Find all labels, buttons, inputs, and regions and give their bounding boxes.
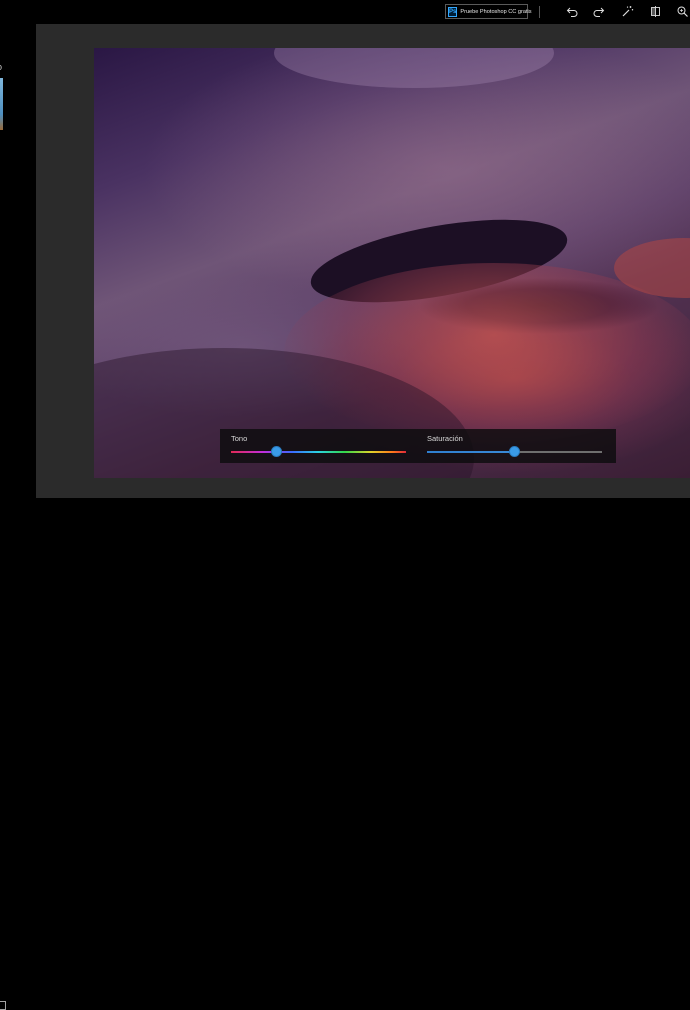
saturation-label: Saturación	[427, 434, 463, 443]
try-photoshop-button[interactable]: Ps Pruebe Photoshop CC gratis	[445, 4, 532, 19]
hue-saturation-panel: Tono Saturación	[220, 429, 616, 463]
panel-toggle-icon[interactable]	[0, 1001, 6, 1010]
saturation-slider-thumb[interactable]	[509, 446, 520, 457]
panel-partial-label: o	[0, 62, 2, 72]
photoshop-logo-icon: Ps	[448, 6, 458, 17]
left-panel: o	[0, 24, 36, 498]
status-bar	[0, 498, 690, 1010]
toolbar-divider	[539, 6, 540, 18]
edited-photo[interactable]	[94, 48, 690, 478]
hue-label: Tono	[231, 434, 248, 443]
compare-icon[interactable]	[649, 5, 662, 18]
image-thumbnail[interactable]	[0, 78, 3, 130]
hue-slider-track[interactable]	[231, 451, 406, 453]
undo-icon[interactable]	[566, 5, 579, 18]
zoom-icon[interactable]	[676, 5, 689, 18]
hue-slider-thumb[interactable]	[271, 446, 282, 457]
top-toolbar: Ps Pruebe Photoshop CC gratis	[0, 0, 690, 24]
redo-icon[interactable]	[592, 5, 605, 18]
photo-ridge	[274, 48, 554, 88]
try-photoshop-label: Pruebe Photoshop CC gratis	[460, 8, 532, 15]
magic-wand-icon[interactable]	[621, 5, 634, 18]
